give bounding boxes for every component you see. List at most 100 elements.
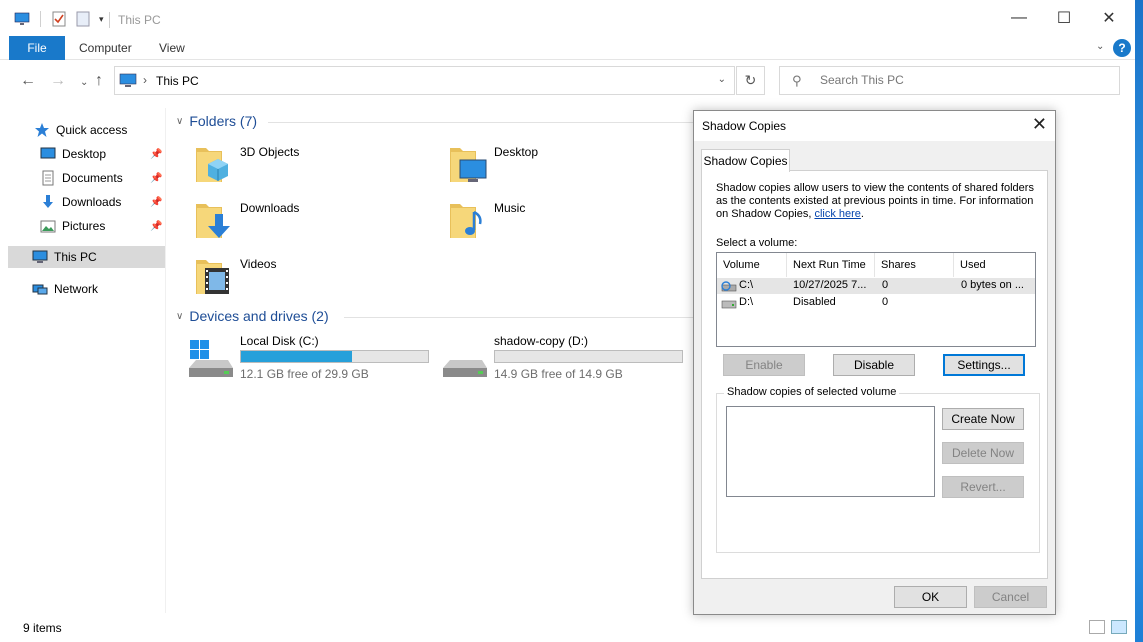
tab-shadow-copies[interactable]: Shadow Copies [701,149,790,172]
folder-music[interactable]: Music [448,198,678,248]
revert-button[interactable]: Revert... [942,476,1024,498]
recent-locations-chevron-icon[interactable]: ⌄ [80,77,88,88]
drives-group-header[interactable]: ∨ Devices and drives (2) [176,308,329,324]
drive-free-space: 14.9 GB free of 14.9 GB [494,367,623,381]
folders-group-header[interactable]: ∨ Folders (7) [176,113,257,129]
help-button[interactable]: ? [1113,39,1131,57]
create-now-button[interactable]: Create Now [942,408,1024,430]
new-folder-icon[interactable] [75,11,91,27]
nav-label-this-pc: This PC [54,250,97,264]
nav-label-downloads: Downloads [62,195,122,209]
folder-label: Desktop [494,145,539,159]
pictures-icon [40,220,56,233]
address-bar[interactable]: › This PC ⌄ [114,66,735,95]
navigation-pane: Quick access Desktop 📌 Documents 📌 Downl… [0,108,166,613]
search-box[interactable]: ⚲ [779,66,1120,95]
ok-button[interactable]: OK [894,586,967,608]
up-arrow-icon[interactable]: ↑ [95,72,103,90]
collapse-chevron-icon[interactable]: ∨ [176,116,183,127]
nav-label-documents: Documents [62,171,123,185]
click-here-link[interactable]: click here [814,208,860,220]
folder-videos[interactable]: Videos [194,254,424,304]
cell-volume: C:\ [739,279,754,291]
disable-button[interactable]: Disable [833,354,915,376]
forward-arrow-icon[interactable]: → [50,72,66,90]
large-icons-view-icon[interactable] [1111,620,1127,634]
select-volume-label: Select a volume: [716,237,798,249]
nav-network[interactable]: Network [32,278,98,300]
nav-downloads[interactable]: Downloads 📌 [40,191,166,213]
pin-icon[interactable]: 📌 [150,149,162,160]
drive-local-disk-c[interactable]: Local Disk (C:) 12.1 GB free of 29.9 GB [188,334,438,384]
table-header: Volume Next Run Time Shares Used [717,253,1035,277]
nav-desktop[interactable]: Desktop 📌 [40,143,166,165]
table-row[interactable]: C:\ 10/27/2025 7... 0 0 bytes on ... [717,278,1035,294]
group-divider [344,317,693,318]
drives-header-text: Devices and drives (2) [189,308,329,324]
nav-this-pc[interactable]: This PC [8,246,165,268]
minimize-button[interactable]: — [996,0,1042,36]
dialog-description: Shadow copies allow users to view the co… [716,182,1041,221]
volume-table[interactable]: Volume Next Run Time Shares Used C:\ 10/… [716,252,1036,347]
pin-icon[interactable]: 📌 [150,197,162,208]
delete-now-button[interactable]: Delete Now [942,442,1024,464]
cancel-button[interactable]: Cancel [974,586,1047,608]
maximize-icon: ☐ [1056,10,1072,27]
network-icon [32,284,48,295]
tab-view[interactable]: View [159,41,185,55]
download-icon [43,195,53,208]
shadow-copies-list[interactable] [726,406,935,497]
drive-shadow-copy-d[interactable]: shadow-copy (D:) 14.9 GB free of 14.9 GB [442,334,692,384]
dialog-close-icon[interactable]: ✕ [1032,114,1047,135]
star-icon [35,123,49,137]
expand-ribbon-chevron-icon[interactable]: ⌄ [1096,41,1104,52]
settings-button[interactable]: Settings... [943,354,1025,376]
3d-objects-folder-icon [196,148,228,182]
music-folder-icon [450,204,482,238]
search-icon: ⚲ [792,73,802,88]
folder-downloads[interactable]: Downloads [194,198,424,248]
shadow-copies-dialog: Shadow Copies ✕ Shadow Copies Shadow cop… [693,110,1056,615]
drive-usage-bar [494,350,683,363]
enable-button[interactable]: Enable [723,354,805,376]
downloads-folder-icon [196,204,230,238]
nav-pictures[interactable]: Pictures 📌 [40,215,166,237]
computer-icon [32,250,48,263]
cell-volume: D:\ [739,296,754,308]
column-header-used[interactable]: Used [954,253,1035,277]
table-row[interactable]: D:\ Disabled 0 [717,295,1035,311]
maximize-button[interactable]: ☐ [1041,0,1087,36]
tab-computer[interactable]: Computer [79,41,132,55]
search-input[interactable] [818,72,1108,88]
column-header-shares[interactable]: Shares [875,253,954,277]
status-bar: 9 items [0,614,1135,642]
refresh-button[interactable]: ↻ [736,66,765,95]
cell-next-run: Disabled [793,296,836,308]
breadcrumb-this-pc[interactable]: This PC [156,74,199,88]
nav-documents[interactable]: Documents 📌 [40,167,166,189]
desktop-icon [40,147,56,159]
pin-icon[interactable]: 📌 [150,221,162,232]
title-separator [109,12,110,28]
pin-icon[interactable]: 📌 [150,173,162,184]
folder-3d-objects[interactable]: 3D Objects [194,142,424,192]
address-history-chevron-icon[interactable]: ⌄ [718,74,726,85]
details-view-icon[interactable] [1089,620,1105,634]
window-title: This PC [118,13,161,27]
computer-icon [119,73,137,87]
collapse-chevron-icon[interactable]: ∨ [176,311,183,322]
windows-drive-icon [189,340,233,377]
customize-toolbar-chevron-icon[interactable]: ▾ [99,14,104,25]
folder-desktop[interactable]: Desktop [448,142,678,192]
group-divider [268,122,693,123]
tab-file[interactable]: File [9,36,65,60]
breadcrumb-separator-icon[interactable]: › [143,73,147,87]
shadow-copies-group-label: Shadow copies of selected volume [724,386,900,398]
close-button[interactable]: ✕ [1086,0,1132,36]
column-header-volume[interactable]: Volume [717,253,787,277]
hard-drive-icon [443,360,487,377]
column-header-next-run-time[interactable]: Next Run Time [787,253,875,277]
properties-icon[interactable] [51,11,67,27]
nav-quick-access[interactable]: Quick access [34,119,127,141]
back-arrow-icon[interactable]: ← [20,72,36,90]
